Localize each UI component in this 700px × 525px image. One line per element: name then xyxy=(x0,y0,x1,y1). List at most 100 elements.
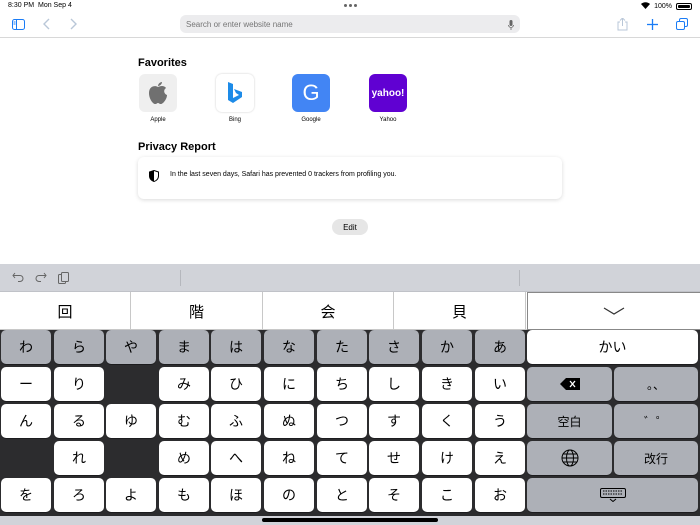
expand-candidates-button[interactable] xyxy=(527,292,700,330)
kana-key[interactable]: ね xyxy=(264,441,314,475)
yahoo-logo-icon[interactable]: yahoo! xyxy=(369,74,407,112)
dismiss-keyboard-key[interactable] xyxy=(527,478,698,512)
kana-key[interactable]: こ xyxy=(422,478,472,512)
home-indicator[interactable] xyxy=(262,518,438,522)
kana-key[interactable]: ひ xyxy=(211,367,261,401)
kana-key[interactable]: を xyxy=(1,478,51,512)
sidebar-icon[interactable] xyxy=(8,15,28,33)
kana-key[interactable]: お xyxy=(475,478,525,512)
kana-key[interactable]: な xyxy=(264,330,314,364)
empty-key-slot xyxy=(1,441,51,475)
kana-key[interactable]: れ xyxy=(54,441,104,475)
kana-key[interactable]: た xyxy=(317,330,367,364)
undo-icon[interactable] xyxy=(12,272,24,284)
kana-key[interactable]: む xyxy=(159,404,209,438)
privacy-report-card[interactable]: In the last seven days, Safari has preve… xyxy=(138,157,562,199)
kana-key[interactable]: よ xyxy=(106,478,156,512)
kana-key[interactable]: ち xyxy=(317,367,367,401)
kana-key[interactable]: ー xyxy=(1,367,51,401)
candidate-bar: 回 階 会 貝 xyxy=(0,292,700,330)
add-tab-icon[interactable] xyxy=(642,15,662,33)
favorite-bing[interactable]: Bing xyxy=(210,74,260,123)
kana-key[interactable]: す xyxy=(369,404,419,438)
kana-key[interactable]: ほ xyxy=(211,478,261,512)
keyboard-dismiss-icon xyxy=(599,488,626,502)
kana-key[interactable]: ら xyxy=(54,330,104,364)
globe-key[interactable] xyxy=(527,441,612,475)
kana-key[interactable]: そ xyxy=(369,478,419,512)
address-bar[interactable] xyxy=(180,15,520,33)
return-key[interactable]: 改行 xyxy=(614,441,698,475)
kana-key[interactable]: ゆ xyxy=(106,404,156,438)
kana-key[interactable]: し xyxy=(369,367,419,401)
kana-key[interactable]: ぬ xyxy=(264,404,314,438)
kana-key[interactable]: い xyxy=(475,367,525,401)
kana-key[interactable]: き xyxy=(422,367,472,401)
kana-key[interactable]: わ xyxy=(1,330,51,364)
kana-key[interactable]: け xyxy=(422,441,472,475)
candidate-item[interactable]: 回 xyxy=(0,292,131,330)
favorite-label: Yahoo xyxy=(379,117,397,123)
kana-key[interactable]: か xyxy=(422,330,472,364)
kana-key[interactable]: ろ xyxy=(54,478,104,512)
edit-button[interactable]: Edit xyxy=(332,219,368,235)
empty-key-slot xyxy=(106,367,156,401)
safari-toolbar xyxy=(0,12,700,38)
kana-key[interactable]: ふ xyxy=(211,404,261,438)
redo-icon[interactable] xyxy=(35,272,47,284)
share-icon[interactable] xyxy=(612,15,632,33)
candidate-item[interactable]: 貝 xyxy=(394,292,526,330)
empty-key-slot xyxy=(106,441,156,475)
kana-key[interactable]: は xyxy=(211,330,261,364)
kana-key[interactable]: の xyxy=(264,478,314,512)
kana-key[interactable]: る xyxy=(54,404,104,438)
favorite-yahoo[interactable]: yahoo! Yahoo xyxy=(363,74,413,123)
composing-text-key[interactable]: かい xyxy=(527,330,698,364)
candidate-item[interactable]: 会 xyxy=(263,292,394,330)
microphone-icon[interactable] xyxy=(508,18,514,30)
privacy-report-title: Privacy Report xyxy=(138,141,216,153)
favorite-google[interactable]: G Google xyxy=(286,74,336,123)
kana-key[interactable]: う xyxy=(475,404,525,438)
space-key[interactable]: 空白 xyxy=(527,404,612,438)
favorite-label: Google xyxy=(301,117,321,123)
candidate-item[interactable]: 階 xyxy=(131,292,263,330)
kana-key[interactable]: ん xyxy=(1,404,51,438)
kana-key[interactable]: あ xyxy=(475,330,525,364)
shield-icon xyxy=(149,169,159,183)
kana-key[interactable]: り xyxy=(54,367,104,401)
favorite-apple[interactable]: Apple xyxy=(133,74,183,123)
forward-icon[interactable] xyxy=(63,15,83,33)
kana-key[interactable]: え xyxy=(475,441,525,475)
kana-key[interactable]: く xyxy=(422,404,472,438)
address-input[interactable] xyxy=(186,17,486,31)
google-logo-icon[interactable]: G xyxy=(292,74,330,112)
punctuation-key[interactable]: 。、 xyxy=(614,367,698,401)
kana-key[interactable]: ま xyxy=(159,330,209,364)
bing-logo-icon[interactable] xyxy=(216,74,254,112)
kana-key[interactable]: に xyxy=(264,367,314,401)
delete-key[interactable] xyxy=(527,367,612,401)
kana-key[interactable]: せ xyxy=(369,441,419,475)
kana-key[interactable]: め xyxy=(159,441,209,475)
back-icon[interactable] xyxy=(37,15,57,33)
toolbar-divider xyxy=(519,270,520,286)
favorite-label: Apple xyxy=(150,117,166,123)
kana-key[interactable]: つ xyxy=(317,404,367,438)
dakuten-key[interactable]: ゛゜ xyxy=(614,404,698,438)
kana-key[interactable]: み xyxy=(159,367,209,401)
tabs-icon[interactable] xyxy=(672,15,692,33)
start-page: Favorites Apple Bing G Google yahoo! Yah… xyxy=(0,39,700,264)
kana-key[interactable]: て xyxy=(317,441,367,475)
paste-icon[interactable] xyxy=(58,272,70,284)
kana-key[interactable]: さ xyxy=(369,330,419,364)
status-time: 8:30 PM xyxy=(8,2,35,9)
battery-icon xyxy=(676,3,692,10)
kana-key[interactable]: へ xyxy=(211,441,261,475)
kana-key[interactable]: も xyxy=(159,478,209,512)
multitasking-dots-icon[interactable] xyxy=(344,4,357,7)
kana-key[interactable]: や xyxy=(106,330,156,364)
globe-icon xyxy=(561,449,578,467)
apple-logo-icon[interactable] xyxy=(139,74,177,112)
kana-key[interactable]: と xyxy=(317,478,367,512)
